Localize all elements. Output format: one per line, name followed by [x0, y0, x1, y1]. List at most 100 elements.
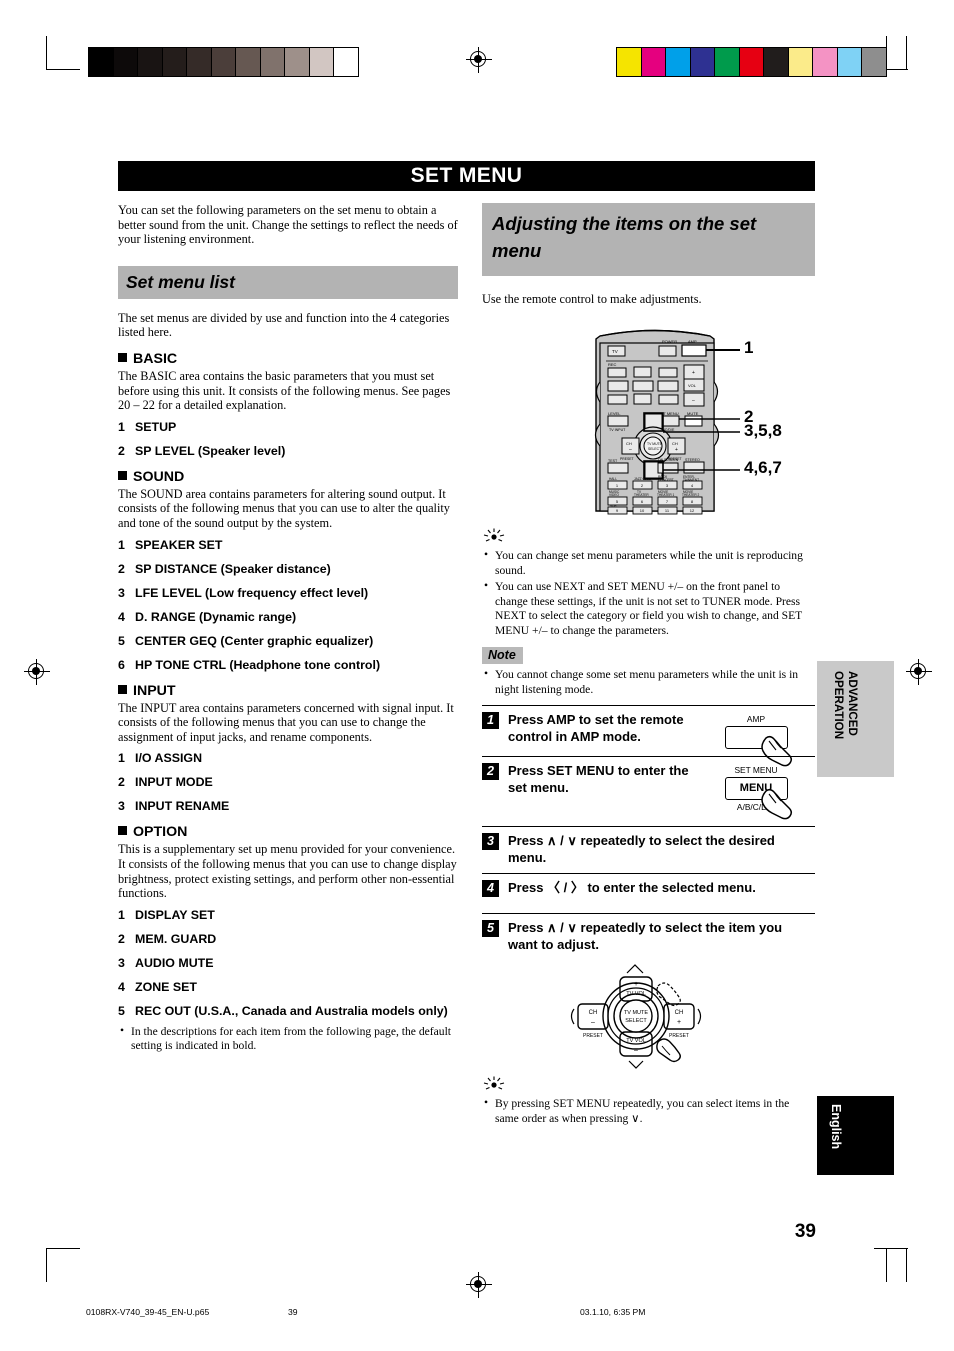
page-title: SET MENU: [410, 164, 523, 187]
section-desc-sound: The SOUND area contains parameters for a…: [118, 486, 450, 530]
calibration-swatch: [739, 48, 764, 76]
menu-item: 5 REC OUT (U.S.A., Canada and Australia m…: [118, 1004, 458, 1018]
left-footnote-list: • In the descriptions for each item from …: [118, 1024, 458, 1054]
menu-item: 1 SPEAKER SET: [118, 538, 458, 552]
calibration-swatch: [236, 48, 261, 76]
side-tab-line2: OPERATION: [832, 671, 845, 740]
step-number: 4: [482, 880, 499, 897]
svg-text:THEATER: THEATER: [634, 493, 649, 497]
crop-mark-tl-v: [46, 36, 48, 70]
step-2-art: SET MENU MENU A/B/C/D/E: [697, 763, 815, 820]
menu-item-label: CENTER GEQ (Center graphic equalizer): [135, 633, 374, 648]
menu-item-label: HP TONE CTRL (Headphone tone control): [135, 657, 381, 672]
section-heading-input: INPUT: [118, 683, 458, 700]
calibration-swatch: [641, 48, 666, 76]
svg-text:VOL: VOL: [688, 383, 697, 388]
menu-item: 3 AUDIO MUTE: [118, 956, 458, 970]
section-desc-input: The INPUT area contains parameters conce…: [118, 700, 454, 744]
section-heading-basic: BASIC: [118, 351, 458, 368]
calibration-swatch: [837, 48, 862, 76]
registration-mark-bottom: [466, 1272, 492, 1298]
registration-mark-left: [24, 659, 50, 685]
callout-1: 1: [744, 338, 754, 357]
step-2: 2 Press SET MENU to enter the set menu. …: [482, 756, 815, 826]
calibration-swatch: [260, 48, 285, 76]
menu-item-number: 1: [118, 537, 125, 552]
step-5: 5 Press ∧ / ∨ repeatedly to select the i…: [482, 913, 815, 960]
adjusting-items-heading-bar: Adjusting the items on the set menu: [482, 203, 815, 276]
bullet-dot-icon: •: [484, 1096, 489, 1109]
step-number: 2: [482, 763, 499, 780]
menu-item-label: ZONE SET: [135, 979, 197, 994]
menu-list-basic: 1 SETUP 2 SP LEVEL (Speaker level): [118, 420, 458, 458]
menu-item: 2 SP DISTANCE (Speaker distance): [118, 562, 458, 576]
grayscale-calibration-bar: [88, 47, 359, 77]
svg-text:SELECT: SELECT: [648, 447, 661, 451]
menu-item-number: 2: [118, 931, 125, 946]
dpad-illustration: + TV VOL TV VOL – CH – PRESET CH + PRESE…: [482, 964, 815, 1074]
section-heading-option: OPTION: [118, 824, 458, 841]
calibration-swatch: [211, 48, 236, 76]
svg-text:TEST: TEST: [608, 459, 618, 463]
crop-mark-br-v: [906, 1248, 908, 1282]
menu-item-label: SPEAKER SET: [135, 537, 223, 552]
menu-item: 1 I/O ASSIGN: [118, 751, 458, 765]
section-heading-sound: SOUND: [118, 469, 458, 486]
step-text: Press 〈 / 〉 to enter the selected menu.: [508, 880, 756, 895]
svg-text:CH: CH: [589, 1010, 598, 1016]
svg-text:PRESET: PRESET: [583, 1033, 603, 1039]
menu-item-label: INPUT MODE: [135, 775, 213, 790]
menu-item-label: REC OUT (U.S.A., Canada and Australia mo…: [135, 1003, 448, 1018]
svg-text:THEATER 2: THEATER 2: [682, 493, 700, 497]
step-1-art: AMP: [697, 712, 815, 767]
page-title-banner: SET MENU: [118, 161, 815, 191]
menu-item: 4 D. RANGE (Dynamic range): [118, 610, 458, 624]
lightbulb-tip-icon: [483, 528, 505, 542]
side-tab-language-label: English: [829, 1104, 843, 1150]
svg-text:+: +: [634, 981, 638, 988]
registration-mark-top: [466, 47, 492, 73]
color-calibration-bar: [616, 47, 887, 77]
menu-item-label: D. RANGE (Dynamic range): [135, 609, 297, 624]
calibration-swatch: [715, 48, 740, 76]
tip-item: • By pressing SET MENU repeatedly, you ca…: [482, 1096, 815, 1126]
footer-timestamp: 03.1.10, 6:35 PM: [580, 1307, 646, 1317]
tips-bottom-list: • By pressing SET MENU repeatedly, you ca…: [482, 1096, 815, 1126]
bullet-dot-icon: •: [484, 667, 489, 680]
menu-item: 5 CENTER GEQ (Center graphic equalizer): [118, 634, 458, 648]
svg-text:LEVEL: LEVEL: [608, 411, 621, 416]
set-menu-list-intro: The set menus are divided by use and fun…: [118, 310, 450, 340]
calibration-swatch: [764, 48, 789, 76]
pressing-hand-icon: [761, 788, 793, 820]
menu-list-option: 1 DISPLAY SET 2 MEM. GUARD 3 AUDIO MUTE 4 ZO…: [118, 908, 458, 1018]
menu-item: 3 INPUT RENAME: [118, 799, 458, 813]
tip-item: • You can change set menu parameters whil…: [482, 548, 815, 578]
set-menu-list-heading: Set menu list: [126, 271, 235, 292]
notes-list: • You cannot change some set menu paramet…: [482, 667, 815, 697]
footer-filename: 0108RX-V740_39-45_EN-U.p65: [86, 1307, 210, 1317]
tip-item: • You can use NEXT and SET MENU +/– on th…: [482, 579, 815, 638]
svg-text:–: –: [629, 447, 632, 453]
menu-item: 6 HP TONE CTRL (Headphone tone control): [118, 658, 458, 672]
calibration-swatch: [187, 48, 212, 76]
note-item: • You cannot change some set menu paramet…: [482, 667, 815, 697]
calibration-swatch: [138, 48, 163, 76]
calibration-swatch: [862, 48, 886, 76]
crop-mark-br-h: [874, 1248, 908, 1250]
step-number: 3: [482, 833, 499, 850]
tip-text: By pressing SET MENU repeatedly, you can…: [495, 1097, 790, 1125]
svg-text:TV MUTE: TV MUTE: [647, 442, 663, 446]
svg-text:AMP: AMP: [688, 339, 697, 344]
svg-text:TV MUTE: TV MUTE: [624, 1010, 648, 1016]
menu-item-label: INPUT RENAME: [135, 799, 230, 814]
calibration-swatch: [113, 48, 138, 76]
note-text: You cannot change some set menu paramete…: [495, 668, 799, 696]
tip-icon-bottom: [482, 1076, 815, 1096]
menu-item: 1 DISPLAY SET: [118, 908, 458, 922]
bullet-square-icon: [118, 352, 127, 362]
svg-text:THEATER 1: THEATER 1: [657, 493, 675, 497]
menu-item-number: 3: [118, 585, 125, 600]
menu-item: 2 SP LEVEL (Speaker level): [118, 444, 458, 458]
tips-top-list: • You can change set menu parameters whil…: [482, 548, 815, 638]
section-title-option: OPTION: [133, 824, 188, 841]
